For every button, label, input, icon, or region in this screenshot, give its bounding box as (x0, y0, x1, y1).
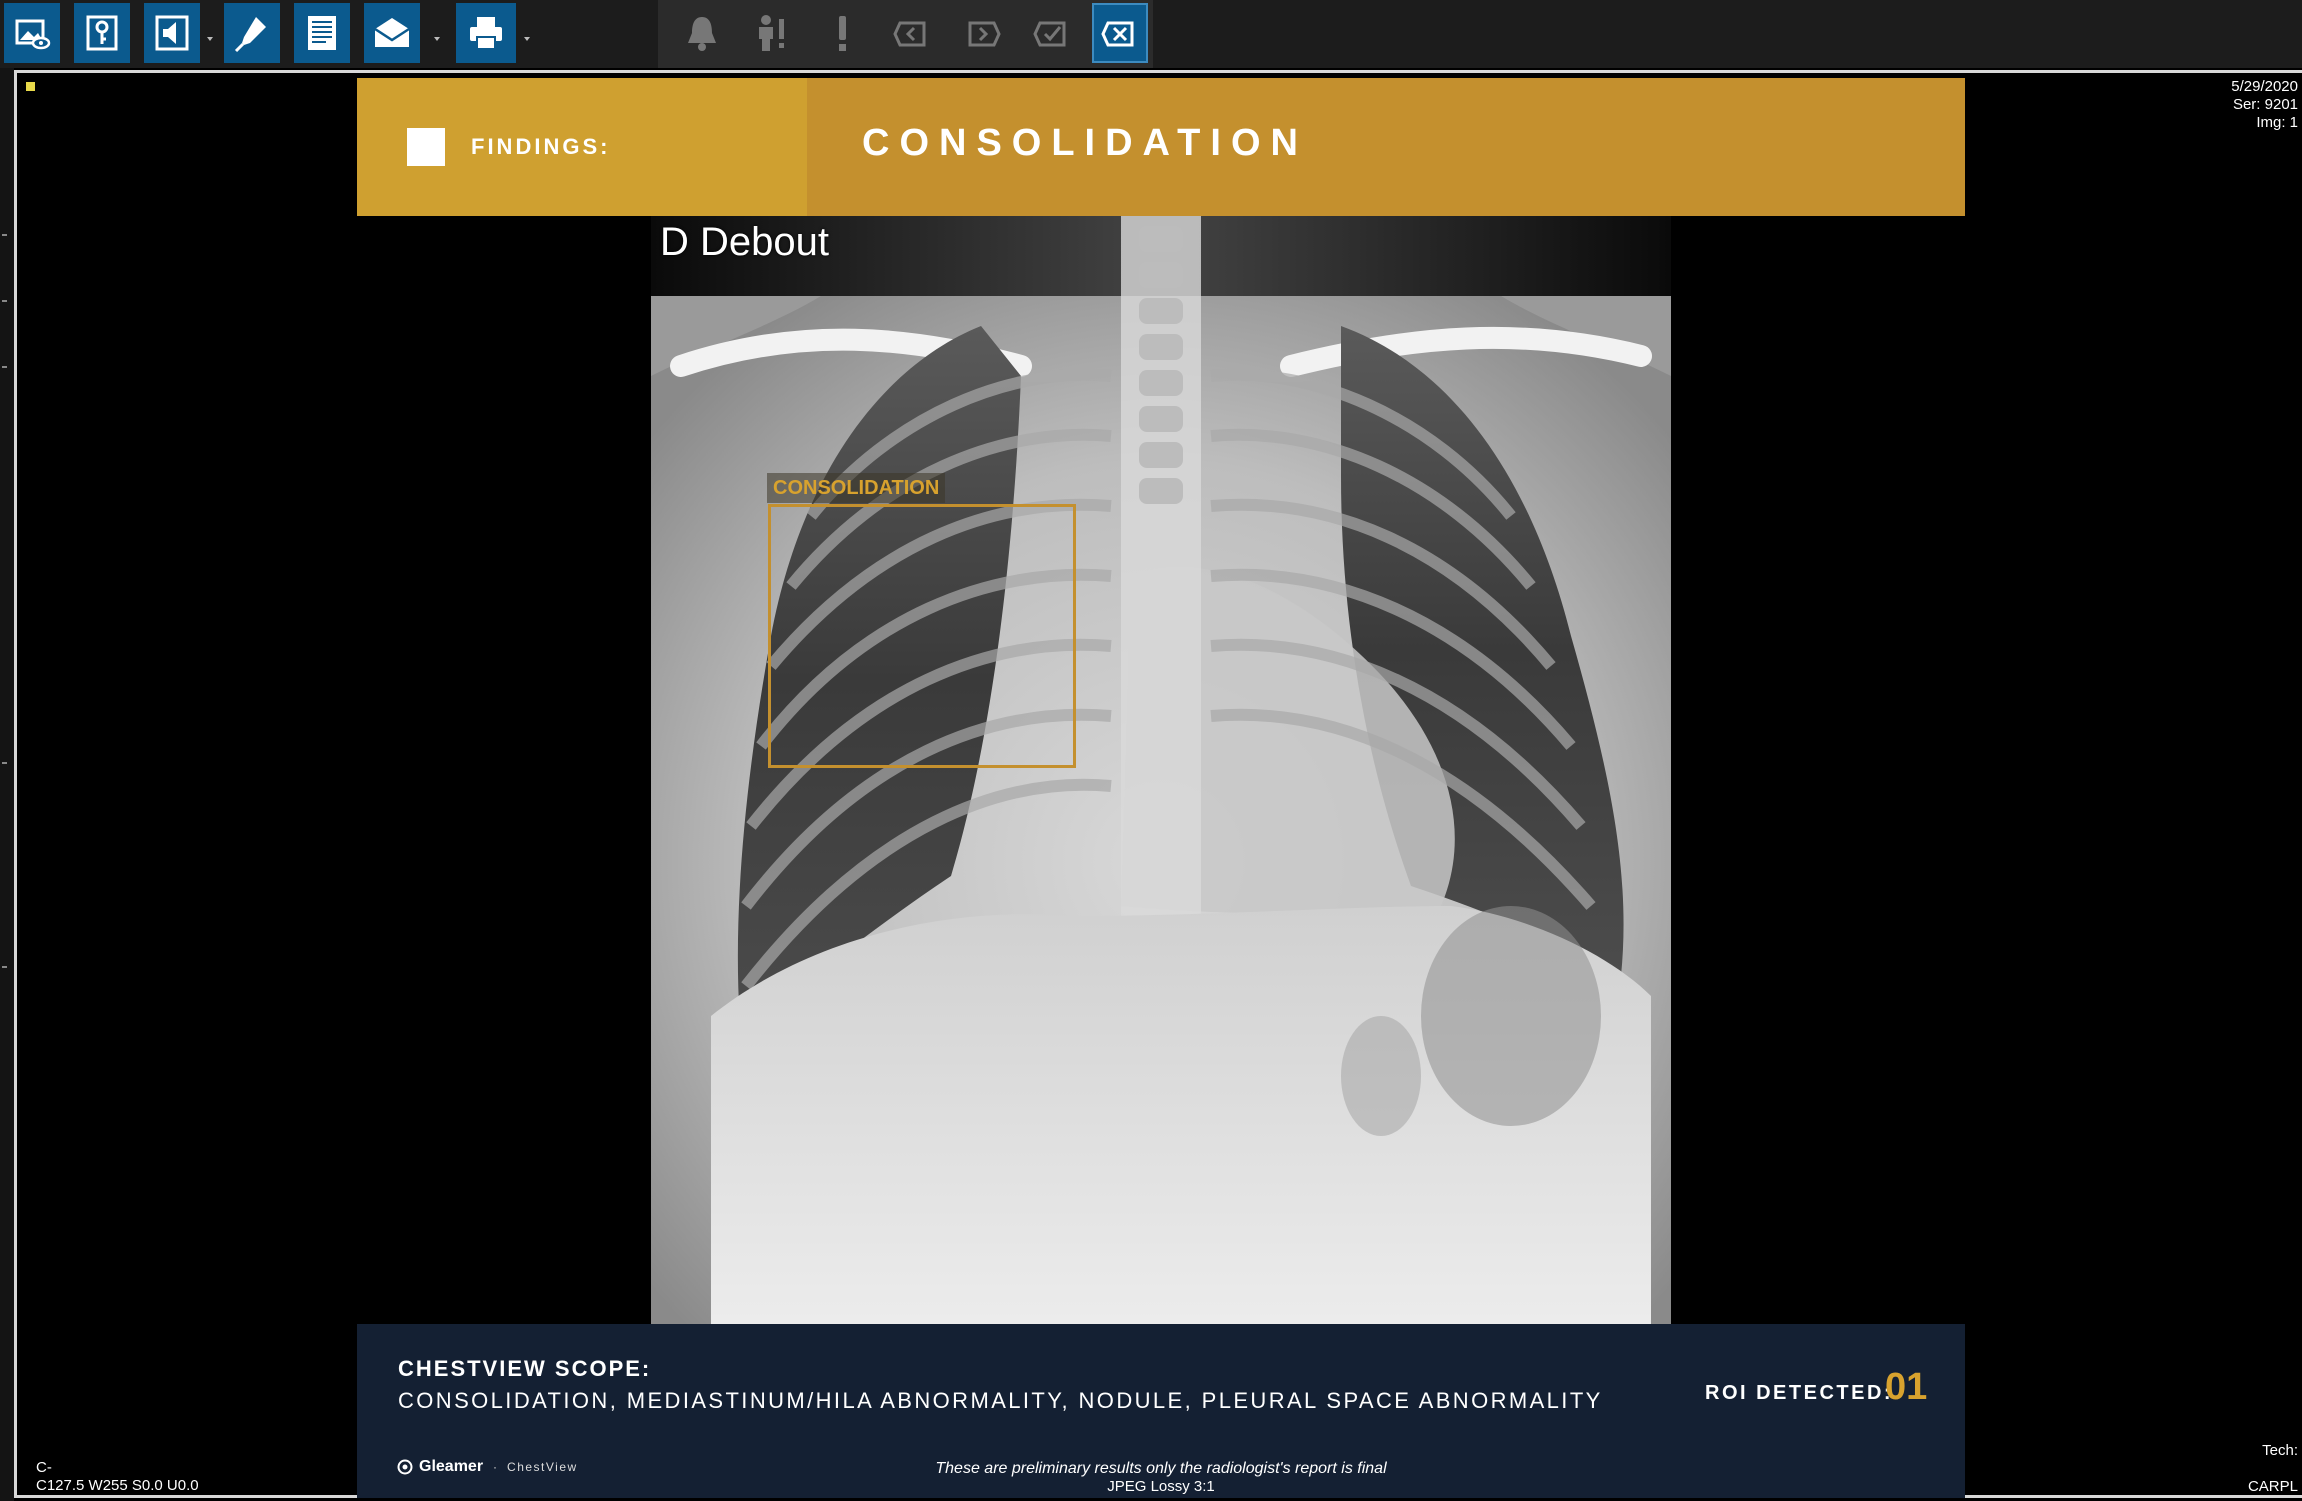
exclamation-icon (839, 16, 846, 51)
findings-label-block: FINDINGS: (357, 78, 807, 216)
chest-xray-image[interactable] (651, 216, 1671, 1324)
report-document-icon (308, 16, 336, 50)
key-button[interactable] (74, 3, 130, 63)
left-panel-strip[interactable] (0, 68, 14, 1501)
dictation-button[interactable] (224, 3, 280, 63)
panel-tick (2, 762, 7, 764)
priority-button[interactable] (814, 3, 870, 63)
speaker-icon (155, 15, 189, 51)
technician-label: Tech: (2262, 1442, 2298, 1459)
next-tag-button[interactable] (954, 3, 1010, 63)
overlay-spacer (2248, 1460, 2298, 1478)
panel-tick (2, 234, 7, 236)
notifications-button[interactable] (674, 3, 730, 63)
technician-overlay: Tech: CARPL (2248, 1442, 2298, 1496)
viewport-selected-marker (26, 82, 35, 91)
tag-check-icon (1033, 21, 1066, 47)
speaker-button[interactable] (144, 3, 200, 63)
findings-checkbox[interactable] (407, 128, 445, 166)
roi-count: 01 (1885, 1366, 1928, 1408)
compression-info: JPEG Lossy 3:1 (1107, 1478, 1215, 1495)
window-level-line2: C127.5 W255 S0.0 U0.0 (36, 1477, 199, 1494)
mail-dropdown-icon[interactable] (433, 30, 441, 41)
panel-tick (2, 966, 7, 968)
disclaimer: These are preliminary results only the r… (935, 1460, 1387, 1477)
image-view-icon (15, 19, 51, 50)
mail-button[interactable] (364, 3, 420, 63)
bell-icon (688, 17, 716, 51)
findings-value: CONSOLIDATION (862, 122, 1308, 164)
printer-icon (470, 17, 502, 50)
report-button[interactable] (294, 3, 350, 63)
series-number: Ser: 9201 (2232, 96, 2298, 113)
status-toolbar-group (658, 0, 1153, 68)
patient-alert-button[interactable] (744, 3, 800, 63)
roi-detected-label: ROI DETECTED: (1705, 1382, 1894, 1404)
study-date: 5/29/2020 (2231, 78, 2298, 95)
report-footer: Gleamer · ChestView These are preliminar… (357, 1448, 1965, 1498)
study-info-overlay: 5/29/2020 Ser: 9201 Img: 1 (2231, 78, 2298, 132)
person-alert-icon (759, 15, 784, 51)
close-tag-button[interactable] (1092, 3, 1148, 63)
window-level-overlay: C- C127.5 W255 S0.0 U0.0 (36, 1459, 199, 1495)
confirm-tag-button[interactable] (1024, 3, 1080, 63)
window-level-line1: C- (36, 1459, 52, 1476)
tag-forward-icon (968, 21, 1001, 47)
toolbar (0, 0, 2302, 68)
findings-label: FINDINGS: (471, 134, 611, 159)
scope-title: CHESTVIEW SCOPE: (398, 1356, 652, 1381)
chestview-scope-panel: CHESTVIEW SCOPE: CONSOLIDATION, MEDIASTI… (357, 1324, 1965, 1448)
print-dropdown-icon[interactable] (523, 30, 531, 41)
site-label: CARPL (2247, 1478, 2298, 1495)
envelope-icon (374, 18, 410, 47)
image-view-button[interactable] (4, 3, 60, 63)
tag-back-icon (893, 21, 926, 47)
previous-tag-button[interactable] (884, 3, 940, 63)
key-icon (86, 15, 118, 51)
roi-label: CONSOLIDATION (767, 473, 946, 503)
microphone-icon (234, 17, 266, 53)
print-button[interactable] (456, 3, 516, 63)
image-number: Img: 1 (2256, 114, 2298, 131)
patient-position-label: D Debout (660, 220, 829, 264)
tag-close-icon (1101, 21, 1134, 47)
panel-tick (2, 366, 7, 368)
panel-tick (2, 300, 7, 302)
speaker-dropdown-icon[interactable] (206, 30, 214, 41)
roi-bounding-box[interactable] (768, 504, 1076, 768)
scope-items: CONSOLIDATION, MEDIASTINUM/HILA ABNORMAL… (398, 1388, 1603, 1413)
